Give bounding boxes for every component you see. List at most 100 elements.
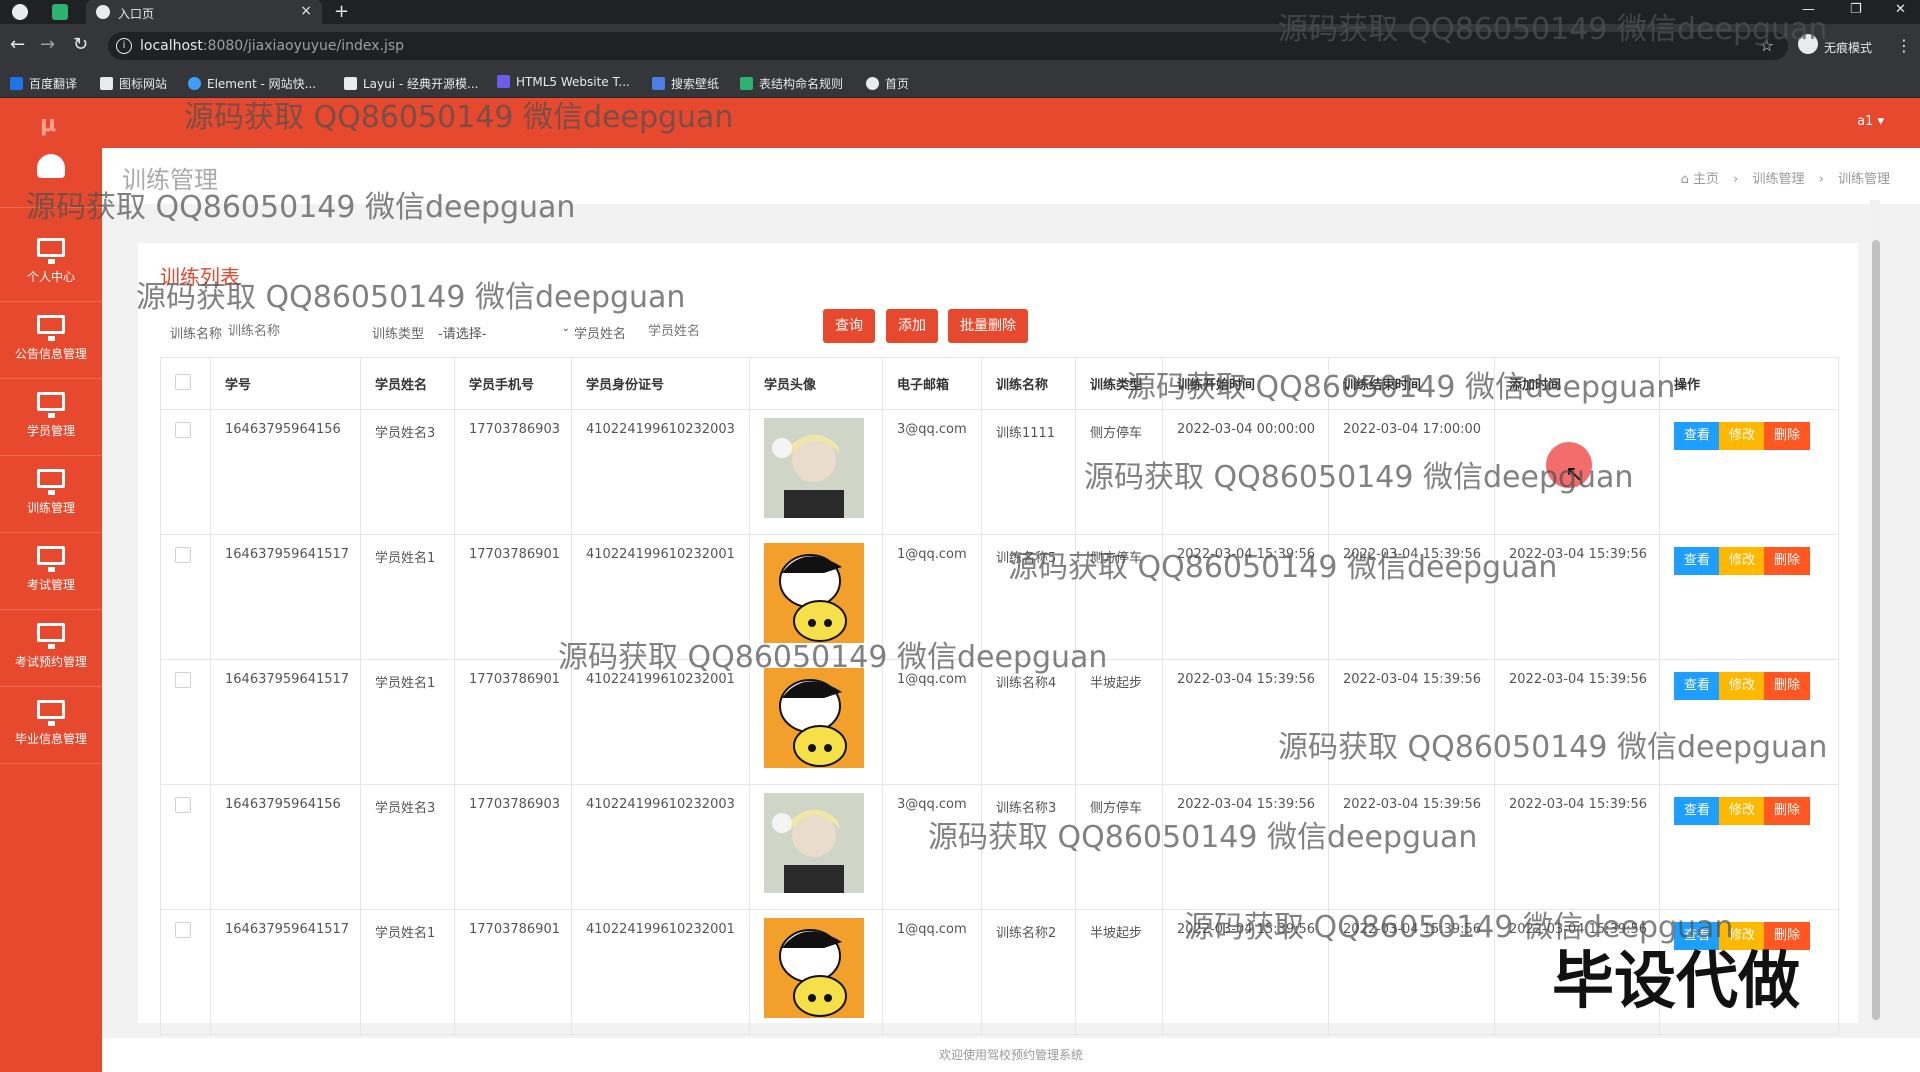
table-cell: 学员姓名3 xyxy=(360,784,455,910)
bookmark-item[interactable]: 图标网站 xyxy=(100,75,167,92)
table-cell: 学员姓名1 xyxy=(360,659,455,785)
delete-button[interactable]: 删除 xyxy=(1764,547,1811,575)
bookmark-item[interactable]: 表结构命名规则 xyxy=(740,75,843,92)
bookmark-icon xyxy=(866,77,879,90)
browser-logo-icon xyxy=(12,4,28,20)
table-cell: 2022-03-04 00:00:00 xyxy=(1162,409,1329,535)
student-name-input[interactable] xyxy=(648,315,758,345)
view-button[interactable]: 查看 xyxy=(1674,547,1721,575)
app-logo: μ xyxy=(40,112,57,137)
monitor-icon xyxy=(37,546,65,572)
delete-button[interactable]: 删除 xyxy=(1764,797,1811,825)
sidebar-item-label: 公告信息管理 xyxy=(14,347,87,361)
sidebar-item-students[interactable]: 学员管理 xyxy=(0,379,102,456)
table-cell: 410224199610232001 xyxy=(571,534,750,660)
table-cell: 2022-03-04 15:39:56 xyxy=(1494,534,1660,660)
row-checkbox[interactable] xyxy=(175,422,191,438)
view-button[interactable]: 查看 xyxy=(1674,797,1721,825)
avatar-cell xyxy=(749,784,883,910)
table-cell: 1@qq.com xyxy=(882,659,982,785)
avatar xyxy=(764,793,864,893)
row-checkbox[interactable] xyxy=(175,922,191,938)
view-button[interactable]: 查看 xyxy=(1674,422,1721,450)
bookmark-item[interactable]: 百度翻译 xyxy=(10,75,77,92)
bookmark-item[interactable]: 首页 xyxy=(866,75,909,92)
pinned-tab-icon[interactable] xyxy=(52,4,68,20)
batch-delete-button[interactable]: 批量删除 xyxy=(948,309,1028,343)
table-cell: 17703786901 xyxy=(454,534,572,660)
table-cell: 2022-03-04 17:00:00 xyxy=(1328,409,1495,535)
sidebar-item-training[interactable]: 训练管理 xyxy=(0,456,102,533)
reload-icon[interactable]: ↻ xyxy=(73,36,88,54)
select-value: -请选择- xyxy=(438,327,487,342)
stamp-text: 毕设代做 xyxy=(1552,944,1801,1017)
row-checkbox[interactable] xyxy=(175,547,191,563)
add-button[interactable]: 添加 xyxy=(886,309,938,343)
sidebar-item-label: 学员管理 xyxy=(26,424,75,438)
sidebar-item-exam-booking[interactable]: 考试预约管理 xyxy=(0,610,102,687)
sidebar-item-graduation[interactable]: 毕业信息管理 xyxy=(0,687,102,764)
view-button[interactable]: 查看 xyxy=(1674,672,1721,700)
user-menu[interactable]: a1 ▾ xyxy=(1857,114,1884,129)
browser-menu-icon[interactable]: ⋮ xyxy=(1896,36,1912,55)
bookmark-item[interactable]: Element - 网站快... xyxy=(188,75,316,92)
select-all-checkbox[interactable] xyxy=(175,373,191,390)
sidebar-item-profile[interactable]: 个人中心 xyxy=(0,225,102,302)
sidebar-item-dashboard[interactable] xyxy=(0,140,102,208)
delete-button[interactable]: 删除 xyxy=(1764,672,1811,700)
training-name-input[interactable] xyxy=(228,315,338,345)
table-cell: 164637959641517 xyxy=(210,659,361,785)
delete-button[interactable]: 删除 xyxy=(1764,422,1811,450)
edit-button[interactable]: 修改 xyxy=(1719,422,1766,450)
training-type-select[interactable]: -请选择- ⌄ xyxy=(438,315,570,345)
table-cell: 16463795964156 xyxy=(210,784,361,910)
minimize-icon[interactable]: — xyxy=(1802,2,1815,17)
row-checkbox[interactable] xyxy=(175,797,191,813)
back-icon[interactable]: ← xyxy=(10,36,25,54)
table-cell: 2022-03-04 15:39:56 xyxy=(1494,659,1660,785)
scrollbar-thumb[interactable] xyxy=(1872,240,1880,1020)
query-button[interactable]: 查询 xyxy=(823,309,875,343)
table-cell: 17703786903 xyxy=(454,784,572,910)
address-bar: ← → ↻ i localhost:8080/jiaxiaoyuyue/inde… xyxy=(0,24,1920,68)
restore-icon[interactable]: ❐ xyxy=(1850,2,1862,17)
table-cell: 侧方停车 xyxy=(1075,534,1163,660)
tab-close-icon[interactable]: × xyxy=(300,3,312,19)
row-checkbox[interactable] xyxy=(175,672,191,688)
breadcrumb-level1[interactable]: 训练管理 xyxy=(1752,172,1804,187)
table-cell: 410224199610232003 xyxy=(571,409,750,535)
bookmark-item[interactable]: 搜索壁纸 xyxy=(652,75,719,92)
card-title: 训练列表 xyxy=(160,265,240,289)
page-title: 训练管理 xyxy=(122,166,218,194)
incognito-label[interactable]: 无痕模式 xyxy=(1824,39,1872,56)
table-cell: 训练1111 xyxy=(981,409,1076,535)
bookmark-star-icon[interactable]: ☆ xyxy=(1760,36,1774,55)
column-header: 训练开始时间 xyxy=(1162,357,1329,410)
url-field[interactable]: i localhost:8080/jiaxiaoyuyue/index.jsp … xyxy=(108,32,1788,60)
sidebar-item-notice[interactable]: 公告信息管理 xyxy=(0,302,102,379)
site-info-icon[interactable]: i xyxy=(116,38,132,54)
bookmark-item[interactable]: HTML5 Website T... xyxy=(497,75,630,89)
row-select-cell xyxy=(160,909,211,1035)
monitor-icon xyxy=(37,315,65,341)
window-close-icon[interactable]: ✕ xyxy=(1895,2,1906,17)
table-cell: 训练名称2 xyxy=(981,909,1076,1035)
table-cell: 17703786903 xyxy=(454,409,572,535)
filter-name-label: 训练名称 xyxy=(170,327,223,342)
column-header: 学员姓名 xyxy=(360,357,455,410)
filter-student-label: 学员姓名 xyxy=(574,327,627,342)
table-cell: 学员姓名3 xyxy=(360,409,455,535)
browser-tab-active[interactable]: 入口页 × xyxy=(86,0,322,24)
edit-button[interactable]: 修改 xyxy=(1719,672,1766,700)
forward-icon[interactable]: → xyxy=(40,36,55,54)
sidebar-item-exam[interactable]: 考试管理 xyxy=(0,533,102,610)
breadcrumb-home[interactable]: 主页 xyxy=(1693,172,1719,187)
edit-button[interactable]: 修改 xyxy=(1719,547,1766,575)
edit-button[interactable]: 修改 xyxy=(1719,797,1766,825)
bookmark-item[interactable]: Layui - 经典开源模... xyxy=(344,75,478,92)
table-cell: 训练名称3 xyxy=(981,784,1076,910)
new-tab-icon[interactable]: + xyxy=(334,1,349,22)
table-cell: 2022-03-04 15:39:56 xyxy=(1328,659,1495,785)
table-header-row: 学号 学员姓名 学员手机号 学员身份证号 学员头像 电子邮箱 训练名称 训练类型… xyxy=(160,357,1839,410)
table-cell: 2022-03-04 15:39:56 xyxy=(1162,909,1329,1035)
